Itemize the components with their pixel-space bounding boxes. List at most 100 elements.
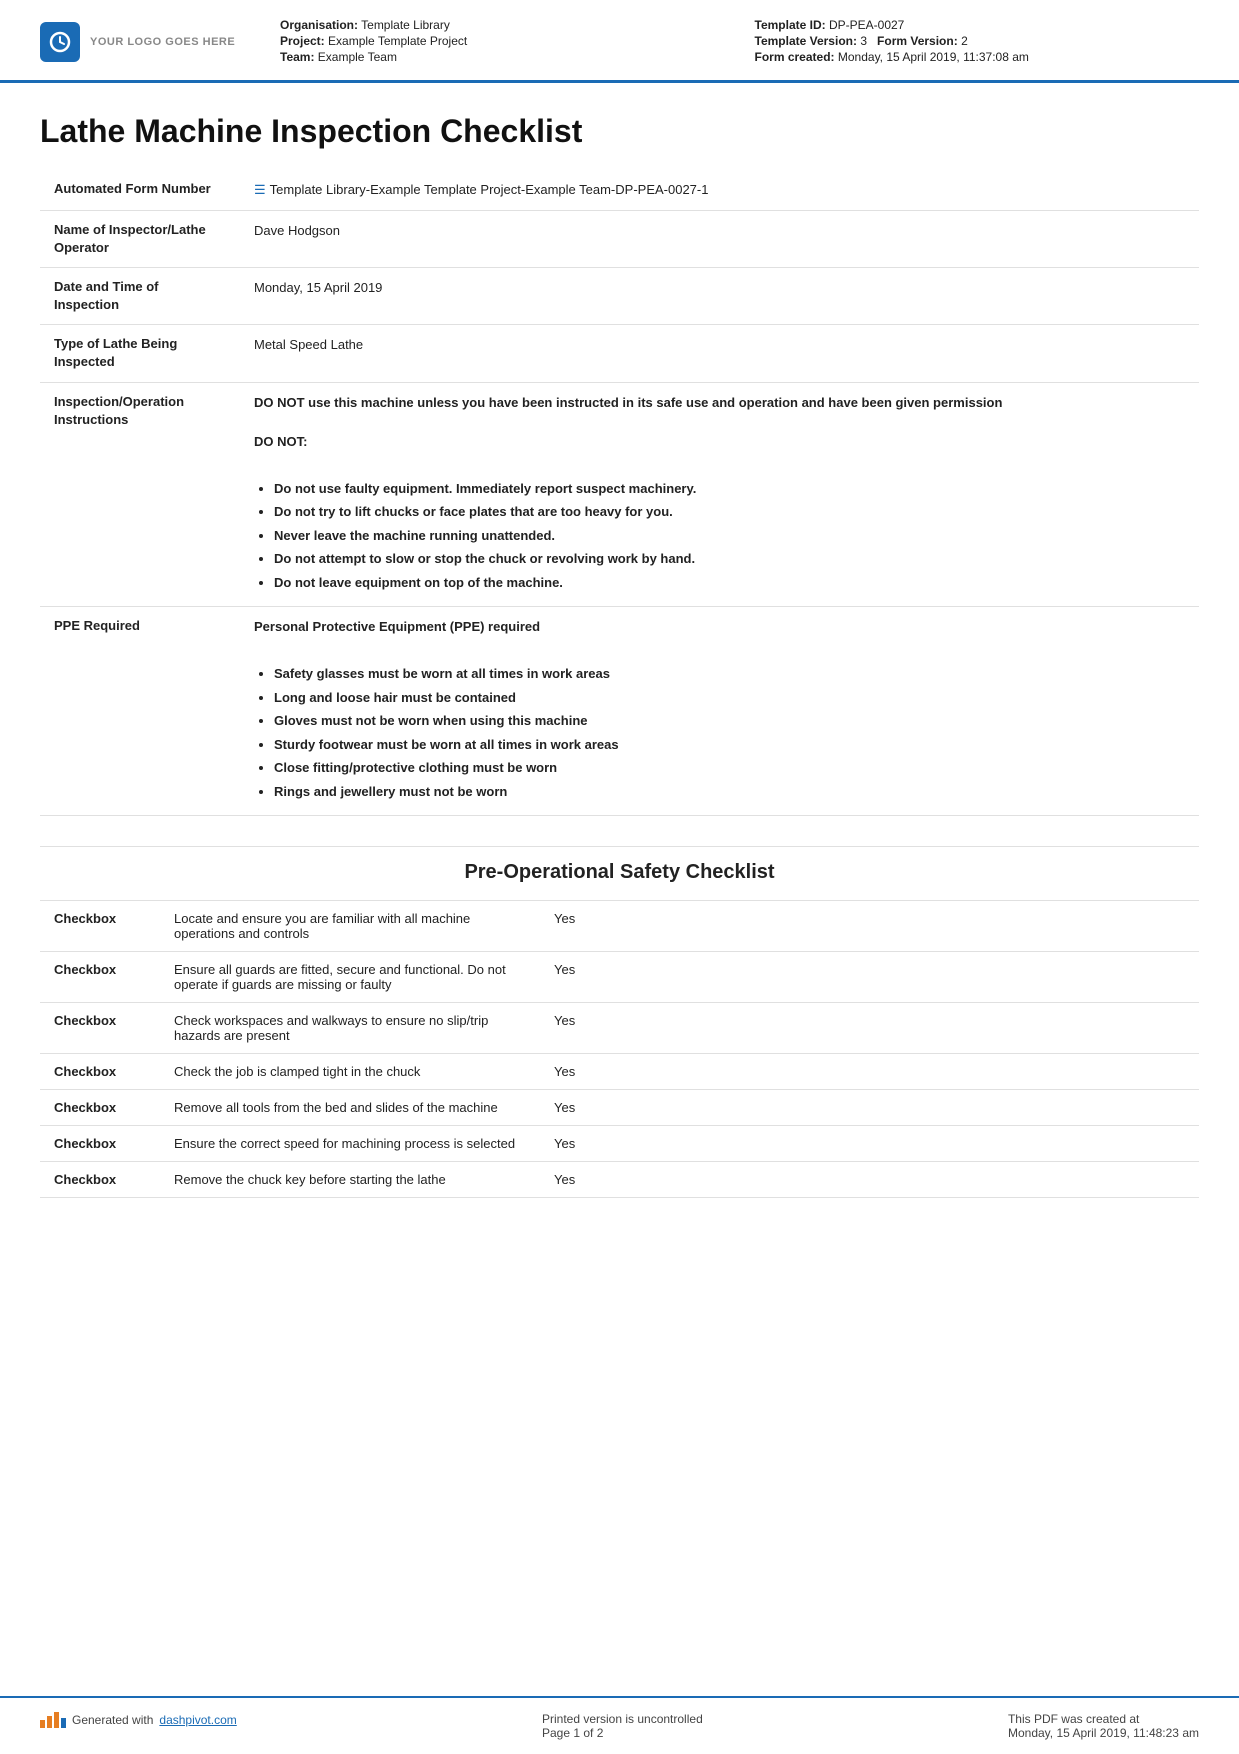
project-line: Project: Example Template Project xyxy=(280,34,725,48)
instructions-row: Inspection/Operation Instructions DO NOT… xyxy=(40,382,1199,607)
checklist-value-5: Yes xyxy=(540,1126,1199,1162)
checklist-value-1: Yes xyxy=(540,952,1199,1003)
do-not-item-1: Do not try to lift chucks or face plates… xyxy=(274,502,1185,522)
ppe-item-1: Long and loose hair must be contained xyxy=(274,688,1185,708)
ppe-row: PPE Required Personal Protective Equipme… xyxy=(40,607,1199,816)
checklist-value-4: Yes xyxy=(540,1090,1199,1126)
project-label: Project: xyxy=(280,34,325,48)
checklist-row-0: Checkbox Locate and ensure you are famil… xyxy=(40,901,1199,952)
ppe-item-4: Close fitting/protective clothing must b… xyxy=(274,758,1185,778)
ppe-item-3: Sturdy footwear must be worn at all time… xyxy=(274,735,1185,755)
header-meta-left: Organisation: Template Library Project: … xyxy=(280,18,725,66)
info-value-1: Dave Hodgson xyxy=(240,210,1199,267)
instructions-value: DO NOT use this machine unless you have … xyxy=(240,382,1199,607)
checklist-value-2: Yes xyxy=(540,1003,1199,1054)
header: YOUR LOGO GOES HERE Organisation: Templa… xyxy=(0,0,1239,83)
footer-right-line1: This PDF was created at xyxy=(1008,1712,1199,1726)
checklist-row-6: Checkbox Remove the chuck key before sta… xyxy=(40,1162,1199,1198)
info-row-1: Name of Inspector/Lathe Operator Dave Ho… xyxy=(40,210,1199,267)
checklist-desc-4: Remove all tools from the bed and slides… xyxy=(160,1090,540,1126)
footer-right: This PDF was created at Monday, 15 April… xyxy=(1008,1712,1199,1740)
do-not-item-2: Never leave the machine running unattend… xyxy=(274,526,1185,546)
ppe-item-0: Safety glasses must be worn at all times… xyxy=(274,664,1185,684)
pre-op-section-header: Pre-Operational Safety Checklist xyxy=(40,846,1199,901)
checklist-table: Checkbox Locate and ensure you are famil… xyxy=(40,901,1199,1198)
ppe-value: Personal Protective Equipment (PPE) requ… xyxy=(240,607,1199,816)
form-version-label: Form Version: xyxy=(877,34,958,48)
checklist-desc-3: Check the job is clamped tight in the ch… xyxy=(160,1054,540,1090)
footer-link[interactable]: dashpivot.com xyxy=(159,1713,236,1727)
org-line: Organisation: Template Library xyxy=(280,18,725,32)
checklist-label-4: Checkbox xyxy=(40,1090,160,1126)
form-version-value: 2 xyxy=(961,34,968,48)
info-value-2: Monday, 15 April 2019 xyxy=(240,267,1199,324)
main-content: Lathe Machine Inspection Checklist Autom… xyxy=(0,83,1239,1696)
footer-left: Generated with dashpivot.com xyxy=(40,1712,237,1728)
do-not-label: DO NOT: xyxy=(254,432,1185,452)
do-not-list: Do not use faulty equipment. Immediately… xyxy=(274,479,1185,593)
header-meta: Organisation: Template Library Project: … xyxy=(280,18,1199,66)
checklist-row-2: Checkbox Check workspaces and walkways t… xyxy=(40,1003,1199,1054)
ppe-headline: Personal Protective Equipment (PPE) requ… xyxy=(254,617,1185,637)
checklist-label-1: Checkbox xyxy=(40,952,160,1003)
info-row-0: Automated Form Number ☰Template Library-… xyxy=(40,170,1199,210)
info-row-2: Date and Time of Inspection Monday, 15 A… xyxy=(40,267,1199,324)
template-version-value: 3 xyxy=(860,34,867,48)
project-value: Example Template Project xyxy=(328,34,467,48)
ppe-item-2: Gloves must not be worn when using this … xyxy=(274,711,1185,731)
checklist-desc-1: Ensure all guards are fitted, secure and… xyxy=(160,952,540,1003)
checklist-label-5: Checkbox xyxy=(40,1126,160,1162)
logo-text: YOUR LOGO GOES HERE xyxy=(90,36,235,48)
team-value: Example Team xyxy=(318,50,397,64)
footer-right-line2: Monday, 15 April 2019, 11:48:23 am xyxy=(1008,1726,1199,1740)
footer-generated-text: Generated with xyxy=(72,1713,153,1727)
checklist-value-3: Yes xyxy=(540,1054,1199,1090)
checklist-value-0: Yes xyxy=(540,901,1199,952)
org-label: Organisation: xyxy=(280,18,358,32)
checklist-desc-6: Remove the chuck key before starting the… xyxy=(160,1162,540,1198)
team-line: Team: Example Team xyxy=(280,50,725,64)
bar-chart-icon xyxy=(40,1712,66,1728)
checklist-label-3: Checkbox xyxy=(40,1054,160,1090)
form-icon: ☰ xyxy=(254,182,266,197)
ppe-list: Safety glasses must be worn at all times… xyxy=(274,664,1185,801)
checklist-label-0: Checkbox xyxy=(40,901,160,952)
checklist-label-6: Checkbox xyxy=(40,1162,160,1198)
template-version-line: Template Version: 3 Form Version: 2 xyxy=(755,34,1200,48)
info-row-3: Type of Lathe Being Inspected Metal Spee… xyxy=(40,325,1199,382)
checklist-desc-0: Locate and ensure you are familiar with … xyxy=(160,901,540,952)
checklist-desc-5: Ensure the correct speed for machining p… xyxy=(160,1126,540,1162)
form-created-label: Form created: xyxy=(755,50,835,64)
checklist-value-6: Yes xyxy=(540,1162,1199,1198)
template-version-label: Template Version: xyxy=(755,34,857,48)
info-table: Automated Form Number ☰Template Library-… xyxy=(40,170,1199,816)
info-label-3: Type of Lathe Being Inspected xyxy=(40,325,240,382)
footer-middle-line2: Page 1 of 2 xyxy=(542,1726,703,1740)
checklist-row-1: Checkbox Ensure all guards are fitted, s… xyxy=(40,952,1199,1003)
logo-area: YOUR LOGO GOES HERE xyxy=(40,22,240,62)
instructions-headline: DO NOT use this machine unless you have … xyxy=(254,393,1185,413)
template-id-label: Template ID: xyxy=(755,18,826,32)
org-value: Template Library xyxy=(361,18,450,32)
do-not-item-0: Do not use faulty equipment. Immediately… xyxy=(274,479,1185,499)
checklist-desc-2: Check workspaces and walkways to ensure … xyxy=(160,1003,540,1054)
info-value-3: Metal Speed Lathe xyxy=(240,325,1199,382)
info-label-2: Date and Time of Inspection xyxy=(40,267,240,324)
team-label: Team: xyxy=(280,50,314,64)
form-created-value: Monday, 15 April 2019, 11:37:08 am xyxy=(838,50,1029,64)
ppe-item-5: Rings and jewellery must not be worn xyxy=(274,782,1185,802)
do-not-item-3: Do not attempt to slow or stop the chuck… xyxy=(274,549,1185,569)
info-label-1: Name of Inspector/Lathe Operator xyxy=(40,210,240,267)
info-label-0: Automated Form Number xyxy=(40,170,240,210)
instructions-label: Inspection/Operation Instructions xyxy=(40,382,240,607)
header-meta-right: Template ID: DP-PEA-0027 Template Versio… xyxy=(755,18,1200,66)
info-value-0: ☰Template Library-Example Template Proje… xyxy=(240,170,1199,210)
template-id-value: DP-PEA-0027 xyxy=(829,18,904,32)
ppe-label: PPE Required xyxy=(40,607,240,816)
checklist-label-2: Checkbox xyxy=(40,1003,160,1054)
do-not-item-4: Do not leave equipment on top of the mac… xyxy=(274,573,1185,593)
checklist-row-4: Checkbox Remove all tools from the bed a… xyxy=(40,1090,1199,1126)
footer-middle: Printed version is uncontrolled Page 1 o… xyxy=(542,1712,703,1740)
checklist-row-5: Checkbox Ensure the correct speed for ma… xyxy=(40,1126,1199,1162)
footer-middle-line1: Printed version is uncontrolled xyxy=(542,1712,703,1726)
